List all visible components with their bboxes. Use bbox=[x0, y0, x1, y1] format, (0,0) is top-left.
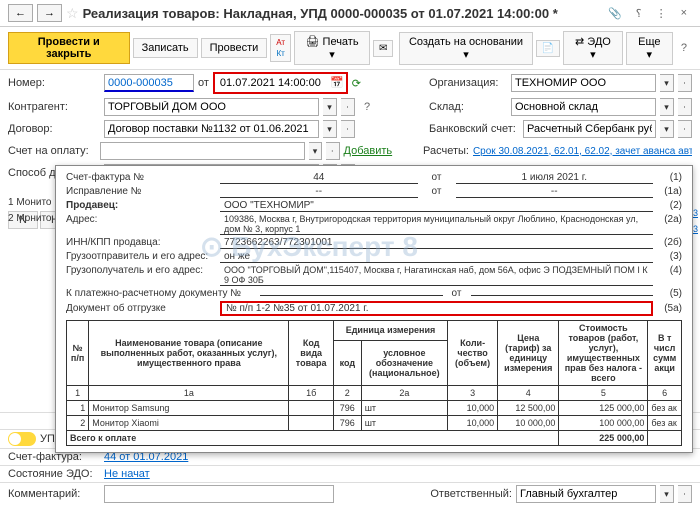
c-drop[interactable]: ▾ bbox=[323, 98, 337, 116]
w-drop[interactable]: ▾ bbox=[660, 98, 674, 116]
contract-label: Договор: bbox=[8, 123, 100, 135]
r-drop[interactable]: ▾ bbox=[660, 485, 674, 503]
org-pick[interactable]: ⋅ bbox=[678, 74, 692, 92]
bill-label: Счет на оплату: bbox=[8, 145, 96, 157]
mail-button[interactable]: ✉ bbox=[373, 40, 393, 57]
help-icon[interactable]: ⸮ bbox=[631, 5, 647, 22]
contractor-info-icon[interactable]: ? bbox=[359, 99, 375, 115]
edo-status-label: Состояние ЭДО: bbox=[8, 468, 100, 480]
edo-button[interactable]: ⇄ ЭДО ▾ bbox=[563, 31, 623, 65]
invoice-table: № п/п Наименование товара (описание выпо… bbox=[66, 320, 682, 446]
table-row: 2Монитор Xiaomi796шт10,00010 000,00100 0… bbox=[67, 416, 682, 431]
print-button[interactable]: 🖨 Печать ▾ bbox=[294, 31, 370, 65]
date-input[interactable] bbox=[217, 74, 327, 92]
ct-drop[interactable]: ▾ bbox=[323, 120, 337, 138]
contractor-label: Контрагент: bbox=[8, 101, 100, 113]
bank-label: Банковский счет: bbox=[429, 123, 519, 135]
bank-input[interactable] bbox=[523, 120, 656, 138]
org-drop[interactable]: ▾ bbox=[660, 74, 674, 92]
warehouse-input[interactable] bbox=[511, 98, 656, 116]
post-button[interactable]: Провести bbox=[201, 38, 268, 58]
close-icon[interactable]: × bbox=[676, 5, 692, 21]
bl-pick[interactable]: ⋅ bbox=[326, 142, 339, 160]
comment-input[interactable] bbox=[104, 485, 334, 503]
background-rows: 1 Монито 2 Монито bbox=[8, 195, 51, 227]
attach-icon[interactable]: 📎 bbox=[603, 5, 627, 22]
add-link[interactable]: Добавить bbox=[344, 145, 393, 157]
forward-button[interactable]: → bbox=[37, 4, 62, 22]
post-close-button[interactable]: Провести и закрыть bbox=[8, 32, 130, 64]
back-button[interactable]: ← bbox=[8, 4, 33, 22]
b-pick[interactable]: ⋅ bbox=[678, 120, 692, 138]
edo-icon-button[interactable]: 📄 bbox=[536, 40, 560, 57]
table-row: 1Монитор Samsung796шт10,00012 500,00125 … bbox=[67, 401, 682, 416]
w-pick[interactable]: ⋅ bbox=[678, 98, 692, 116]
from-label: от bbox=[198, 77, 209, 89]
save-button[interactable]: Записать bbox=[133, 38, 198, 58]
resp-label: Ответственный: bbox=[430, 488, 512, 500]
repeat-icon[interactable]: ⟳ bbox=[352, 77, 361, 90]
r-pick[interactable]: ⋅ bbox=[678, 485, 692, 503]
org-label: Организация: bbox=[429, 77, 507, 89]
ct-pick[interactable]: ⋅ bbox=[341, 120, 355, 138]
comment-label: Комментарий: bbox=[8, 488, 100, 500]
calcs-link[interactable]: Срок 30.08.2021, 62.01, 62.02, зачет ава… bbox=[473, 146, 692, 157]
upd-toggle[interactable] bbox=[8, 432, 36, 446]
calendar-icon[interactable]: 📅 bbox=[330, 77, 344, 89]
more-button[interactable]: Еще ▾ bbox=[626, 32, 673, 65]
contractor-input[interactable] bbox=[104, 98, 319, 116]
window-title: Реализация товаров: Накладная, УПД 0000-… bbox=[83, 6, 599, 21]
more-icon[interactable]: ⋮ bbox=[651, 5, 672, 22]
number-label: Номер: bbox=[8, 77, 100, 89]
org-input[interactable] bbox=[511, 74, 656, 92]
create-based-button[interactable]: Создать на основании ▾ bbox=[399, 32, 532, 65]
date-highlight: 📅 bbox=[213, 72, 348, 94]
calcs-label: Расчеты: bbox=[423, 145, 469, 157]
sf-label: Счет-фактура № bbox=[66, 172, 216, 183]
warehouse-label: Склад: bbox=[429, 101, 507, 113]
bill-input[interactable] bbox=[100, 142, 305, 160]
c-pick[interactable]: ⋅ bbox=[341, 98, 355, 116]
favorite-icon[interactable]: ☆ bbox=[66, 5, 79, 22]
resp-input[interactable] bbox=[516, 485, 656, 503]
bl-drop[interactable]: ▾ bbox=[309, 142, 322, 160]
help2-icon[interactable]: ? bbox=[676, 40, 692, 56]
invoice-panel: Счет-фактура №44от1 июля 2021 г.(1) Испр… bbox=[55, 165, 693, 453]
contract-input[interactable] bbox=[104, 120, 319, 138]
edo-status-link[interactable]: Не начат bbox=[104, 468, 150, 480]
dtkt-button[interactable]: АтКт bbox=[270, 34, 291, 62]
number-input[interactable] bbox=[104, 74, 194, 92]
b-drop[interactable]: ▾ bbox=[660, 120, 674, 138]
